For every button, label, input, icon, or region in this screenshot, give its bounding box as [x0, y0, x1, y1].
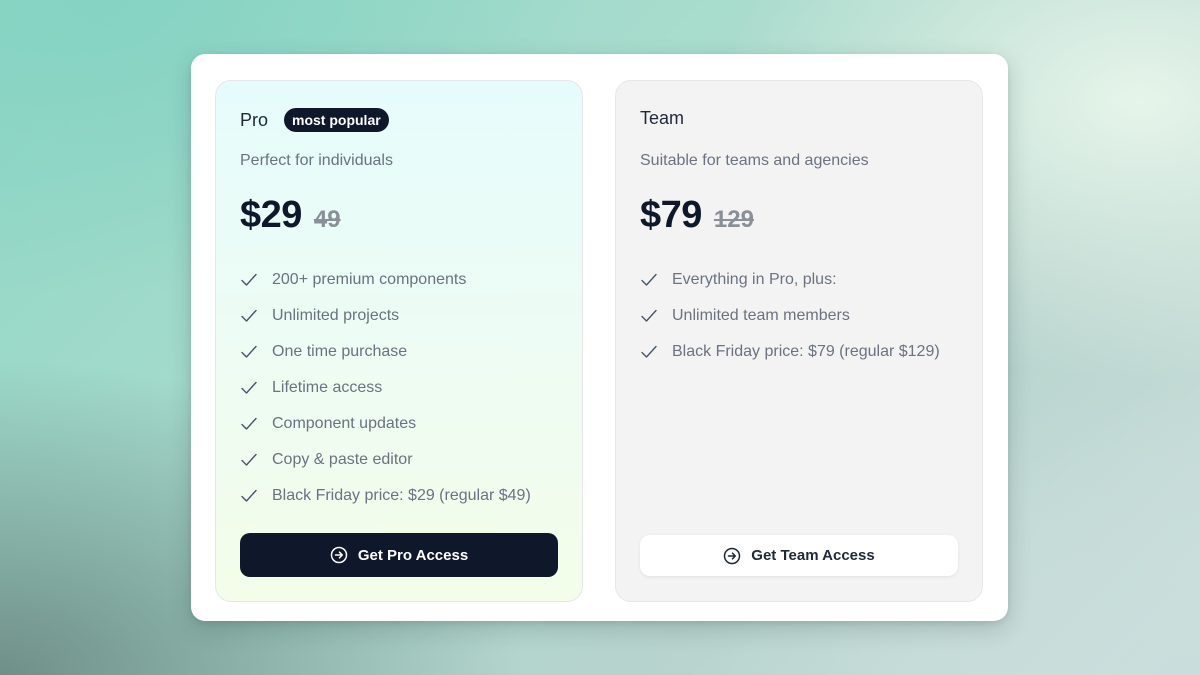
get-team-access-button[interactable]: Get Team Access [640, 535, 958, 576]
feature-item: Unlimited projects [240, 298, 531, 334]
feature-text: Everything in Pro, plus: [672, 271, 837, 288]
check-icon [240, 271, 258, 289]
check-icon [240, 307, 258, 325]
check-icon [240, 379, 258, 397]
check-icon [240, 343, 258, 361]
feature-item: Component updates [240, 406, 531, 442]
plan-name: Pro [240, 109, 269, 130]
feature-text: Lifetime access [272, 379, 383, 396]
feature-list: Everything in Pro, plus: Unlimited team … [640, 262, 940, 370]
plan-header: Team [640, 108, 684, 129]
get-pro-access-button[interactable]: Get Pro Access [240, 533, 558, 577]
plan-header: Pro most popular [240, 108, 389, 132]
button-label: Get Team Access [751, 547, 875, 564]
feature-text: Black Friday price: $79 (regular $129) [672, 343, 940, 360]
current-price: $79 [640, 194, 702, 236]
feature-text: Unlimited team members [672, 307, 850, 324]
plan-description: Perfect for individuals [240, 152, 393, 169]
check-icon [240, 415, 258, 433]
pricing-card-team: Team Suitable for teams and agencies $79… [615, 80, 983, 602]
feature-text: Unlimited projects [272, 307, 400, 324]
check-icon [640, 271, 658, 289]
feature-item: Copy & paste editor [240, 442, 531, 478]
feature-item: Unlimited team members [640, 298, 940, 334]
current-price: $29 [240, 194, 302, 236]
feature-text: One time purchase [272, 343, 408, 360]
check-icon [240, 487, 258, 505]
original-price: 129 [713, 206, 754, 233]
feature-text: Copy & paste editor [272, 451, 413, 468]
price-row: $29 49 [240, 194, 341, 237]
plan-name: Team [640, 108, 685, 128]
feature-list: 200+ premium components Unlimited projec… [240, 262, 531, 514]
pricing-panel: Pro most popular Perfect for individuals… [191, 54, 1008, 621]
feature-item: Lifetime access [240, 370, 531, 406]
price-row: $79 129 [640, 194, 754, 237]
arrow-right-circle-icon [723, 547, 741, 565]
plan-description: Suitable for teams and agencies [640, 152, 869, 169]
check-icon [240, 451, 258, 469]
feature-text: Component updates [272, 415, 417, 432]
check-icon [640, 343, 658, 361]
arrow-right-circle-icon [330, 546, 348, 564]
feature-text: Black Friday price: $29 (regular $49) [272, 487, 531, 504]
check-icon [640, 307, 658, 325]
feature-item: Everything in Pro, plus: [640, 262, 940, 298]
feature-text: 200+ premium components [272, 271, 467, 288]
pricing-card-pro: Pro most popular Perfect for individuals… [215, 80, 583, 602]
feature-item: Black Friday price: $79 (regular $129) [640, 334, 940, 370]
original-price: 49 [313, 206, 341, 233]
most-popular-badge: most popular [284, 108, 389, 132]
feature-item: One time purchase [240, 334, 531, 370]
feature-item: 200+ premium components [240, 262, 531, 298]
button-label: Get Pro Access [357, 546, 469, 564]
feature-item: Black Friday price: $29 (regular $49) [240, 478, 531, 514]
